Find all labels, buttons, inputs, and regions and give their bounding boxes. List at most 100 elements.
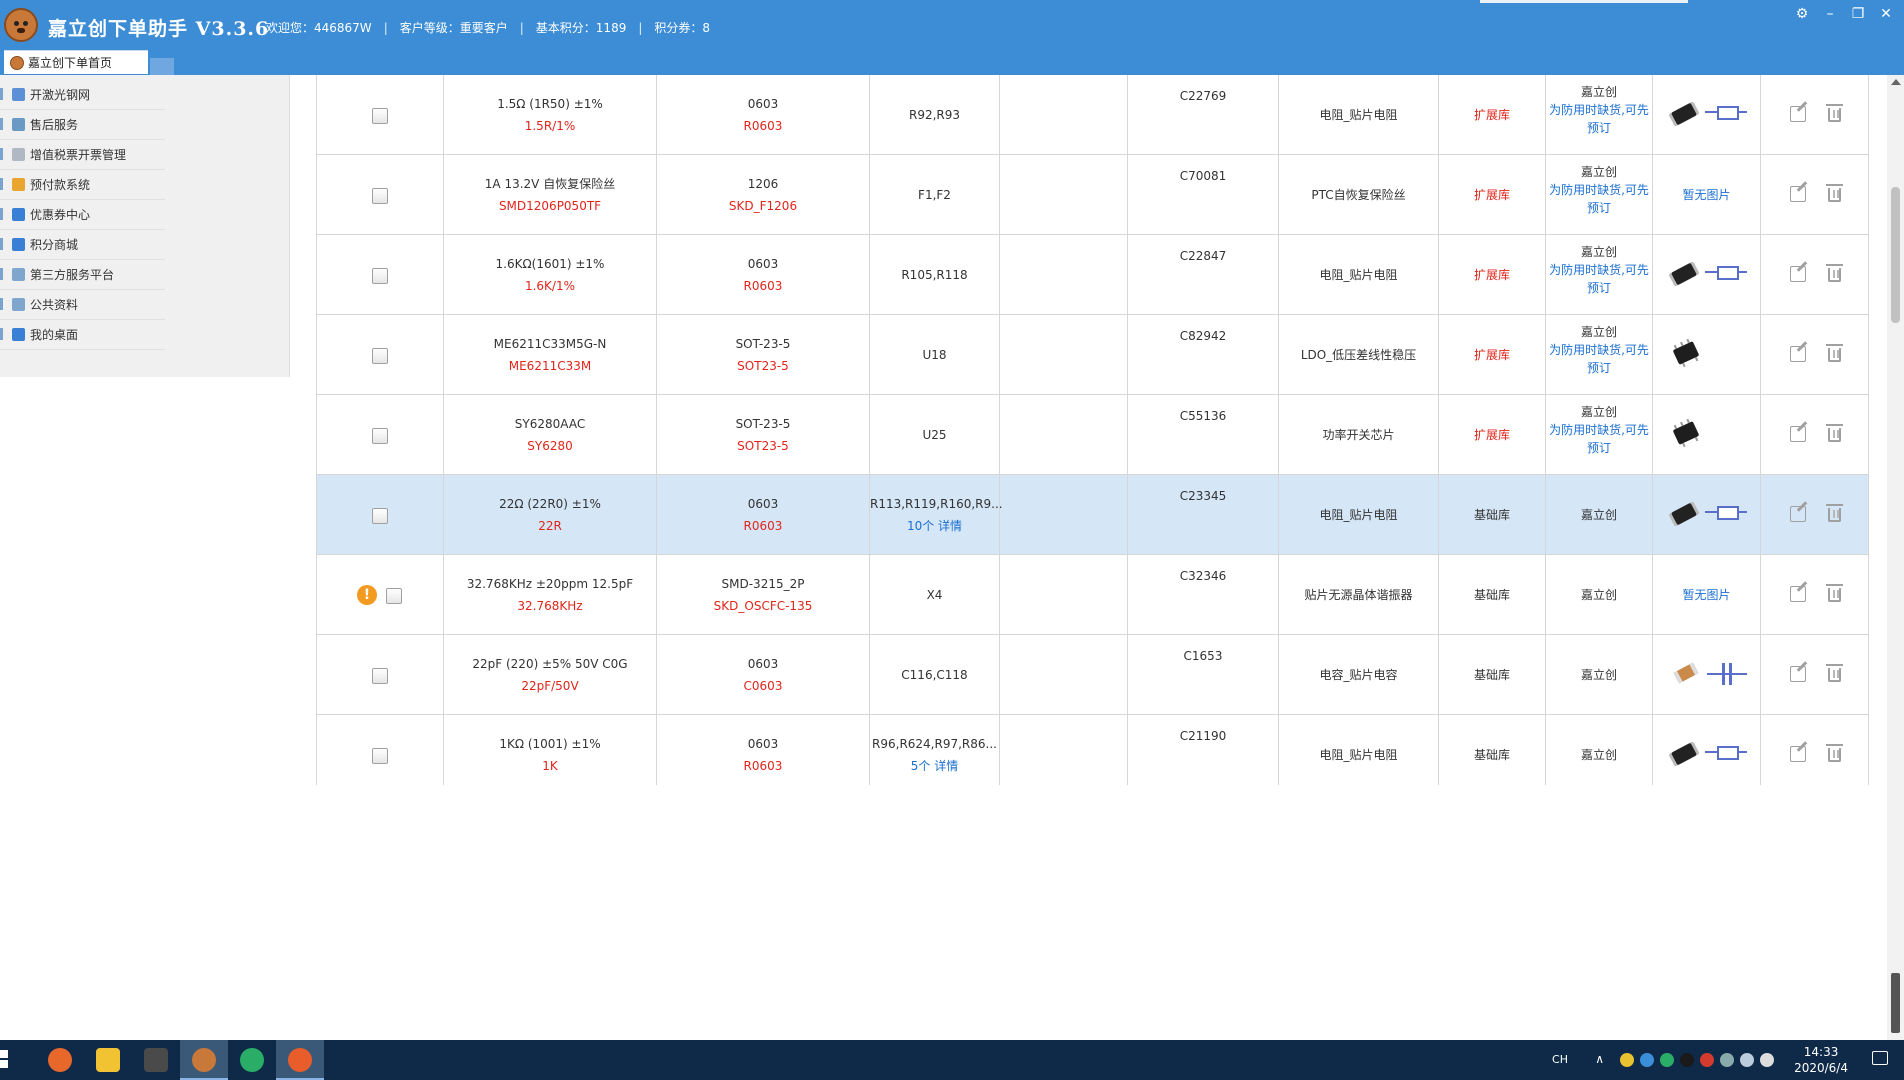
sidebar-item[interactable]: 第三方服务平台	[0, 260, 165, 290]
delete-icon[interactable]	[1826, 584, 1843, 602]
tray-app-icon[interactable]	[1640, 1053, 1654, 1067]
scroll-up-icon[interactable]	[1891, 79, 1901, 85]
taskbar-app-jlc-app[interactable]	[276, 1040, 324, 1080]
image-cell	[1653, 395, 1761, 475]
start-button[interactable]	[0, 1040, 20, 1080]
sidebar-item[interactable]: 预付款系统	[0, 170, 165, 200]
row-checkbox[interactable]	[372, 508, 388, 524]
volume-icon[interactable]	[1760, 1053, 1774, 1067]
row-checkbox[interactable]	[386, 588, 402, 604]
edit-icon[interactable]	[1790, 346, 1806, 362]
component-thumbnail[interactable]	[1653, 99, 1761, 129]
component-thumbnail[interactable]	[1653, 739, 1761, 769]
ime-indicator[interactable]: CH	[1552, 1053, 1568, 1066]
edit-icon[interactable]	[1790, 506, 1806, 522]
component-thumbnail[interactable]	[1653, 339, 1761, 369]
library-cell: 基础库	[1439, 555, 1546, 635]
tray-expand-icon[interactable]: ∧	[1595, 1052, 1604, 1066]
title-bar: 嘉立创下单助手 V3.3.6 欢迎您：446867W | 客户等级：重要客户 |…	[0, 0, 1904, 55]
part-number-cell: C32346	[1128, 555, 1279, 635]
delete-icon[interactable]	[1826, 504, 1843, 522]
scrollbar-thumb[interactable]	[1891, 187, 1900, 323]
taskbar-app-file-explorer[interactable]	[84, 1040, 132, 1080]
component-thumbnail[interactable]	[1653, 659, 1761, 689]
designator-detail-link[interactable]: 详情	[934, 759, 958, 773]
edit-icon[interactable]	[1790, 106, 1806, 122]
component-thumbnail[interactable]	[1653, 259, 1761, 289]
edit-icon[interactable]	[1790, 186, 1806, 202]
preorder-note[interactable]: 为防用时缺货,可先预订	[1546, 181, 1652, 217]
sync-tray-icon[interactable]	[1720, 1053, 1734, 1067]
edit-icon[interactable]	[1790, 746, 1806, 762]
delete-icon[interactable]	[1826, 424, 1843, 442]
tray-app-icon[interactable]	[1620, 1053, 1634, 1067]
edit-icon[interactable]	[1790, 586, 1806, 602]
sidebar-item[interactable]: 优惠券中心	[0, 200, 165, 230]
restore-button[interactable]: ❐	[1850, 6, 1866, 22]
wechat-tray-icon[interactable]	[1660, 1053, 1674, 1067]
table-row[interactable]: SY6280AAC SY6280 SOT-23-5 SOT23-5 U25 C55136 功…	[316, 395, 1869, 475]
image-cell	[1653, 715, 1761, 785]
minimize-button[interactable]: –	[1822, 6, 1838, 22]
clock[interactable]: 14:33 2020/6/4	[1794, 1044, 1848, 1076]
package-name: SMD-3215_2P	[721, 577, 805, 591]
delete-icon[interactable]	[1826, 344, 1843, 362]
delete-icon[interactable]	[1826, 744, 1843, 762]
preorder-note[interactable]: 为防用时缺货,可先预订	[1546, 101, 1652, 137]
taskbar-app-lceda-assistant[interactable]	[180, 1040, 228, 1080]
edit-icon[interactable]	[1790, 666, 1806, 682]
warning-icon[interactable]: !	[357, 585, 377, 605]
table-row[interactable]: 1.6KΩ(1601) ±1% 1.6K/1% 0603 R0603 R105,R118…	[316, 235, 1869, 315]
vertical-scrollbar[interactable]	[1887, 75, 1904, 1040]
table-row[interactable]: 1KΩ (1001) ±1% 1K 0603 R0603 R96,R624,R97,R8…	[316, 715, 1869, 785]
taskbar-app-wechat[interactable]	[228, 1040, 276, 1080]
jlc-app-icon	[288, 1048, 312, 1072]
table-row[interactable]: ! 32.768KHz ±20ppm 12.5pF 32.768KHz SMD-321…	[316, 555, 1869, 635]
preorder-note[interactable]: 为防用时缺货,可先预订	[1546, 421, 1652, 457]
sidebar-item[interactable]: 积分商城	[0, 230, 165, 260]
security-tray-icon[interactable]	[1700, 1053, 1714, 1067]
component-value: 1A 13.2V 自恢复保险丝	[484, 177, 616, 191]
package-cell: SMD-3215_2P SKD_OSCFC-135	[657, 555, 870, 635]
qq-tray-icon[interactable]	[1680, 1053, 1694, 1067]
table-row[interactable]: 22Ω (22R0) ±1% 22R 0603 R0603 R113,R119,R160…	[316, 475, 1869, 555]
component-thumbnail[interactable]	[1653, 499, 1761, 529]
row-checkbox[interactable]	[372, 668, 388, 684]
delete-icon[interactable]	[1826, 184, 1843, 202]
table-row[interactable]: 22pF (220) ±5% 50V C0G 22pF/50V 0603 C0603 C…	[316, 635, 1869, 715]
row-checkbox[interactable]	[372, 188, 388, 204]
row-checkbox[interactable]	[372, 428, 388, 444]
tab-home[interactable]: 嘉立创下单首页	[4, 50, 148, 74]
sidebar-item[interactable]: 公共资料	[0, 290, 165, 320]
delete-icon[interactable]	[1826, 664, 1843, 682]
designator-detail-link[interactable]: 详情	[938, 519, 962, 533]
invoice-icon	[12, 148, 25, 161]
sidebar-item[interactable]: 开激光钢网	[0, 80, 165, 110]
tab-extra[interactable]	[150, 58, 174, 75]
row-checkbox[interactable]	[372, 108, 388, 124]
row-checkbox[interactable]	[372, 348, 388, 364]
taskbar-app-calculator[interactable]	[132, 1040, 180, 1080]
edit-icon[interactable]	[1790, 266, 1806, 282]
package-code: SOT23-5	[737, 359, 789, 373]
actions-cell	[1761, 75, 1869, 155]
taskbar-app-firefox[interactable]	[36, 1040, 84, 1080]
table-row[interactable]: ME6211C33M5G-N ME6211C33M SOT-23-5 SOT23-5 U…	[316, 315, 1869, 395]
sidebar-item[interactable]: 售后服务	[0, 110, 165, 140]
sidebar-item[interactable]: 我的桌面	[0, 320, 165, 350]
component-thumbnail[interactable]	[1653, 419, 1761, 449]
preorder-note[interactable]: 为防用时缺货,可先预订	[1546, 341, 1652, 377]
network-icon[interactable]	[1740, 1053, 1754, 1067]
delete-icon[interactable]	[1826, 264, 1843, 282]
notification-icon[interactable]	[1872, 1051, 1888, 1065]
row-checkbox[interactable]	[372, 748, 388, 764]
sidebar-item[interactable]: 增值税票开票管理	[0, 140, 165, 170]
table-row[interactable]: 1.5Ω (1R50) ±1% 1.5R/1% 0603 R0603 R92,R93 C2…	[316, 75, 1869, 155]
table-row[interactable]: 1A 13.2V 自恢复保险丝 SMD1206P050TF 1206 SKD_F120…	[316, 155, 1869, 235]
settings-icon[interactable]: ⚙	[1794, 6, 1810, 22]
close-button[interactable]: ✕	[1878, 6, 1894, 22]
delete-icon[interactable]	[1826, 104, 1843, 122]
preorder-note[interactable]: 为防用时缺货,可先预订	[1546, 261, 1652, 297]
row-checkbox[interactable]	[372, 268, 388, 284]
edit-icon[interactable]	[1790, 426, 1806, 442]
